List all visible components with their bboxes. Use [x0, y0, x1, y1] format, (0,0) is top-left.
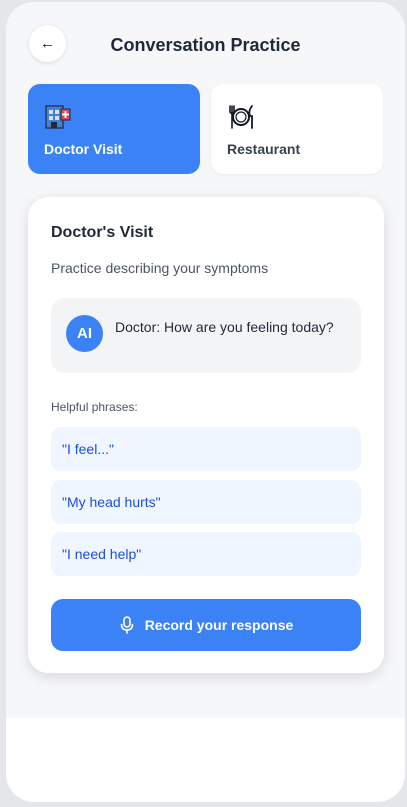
record-response-button[interactable]: Record your response — [51, 599, 361, 651]
microphone-icon — [120, 616, 133, 634]
tab-label: Restaurant — [227, 141, 301, 157]
header: ← Conversation Practice — [6, 2, 405, 82]
helpful-phrases-label: Helpful phrases: — [51, 400, 138, 414]
phrase-chip[interactable]: "I need help" — [51, 532, 361, 576]
app-screen: ← Conversation Practice Doctor Visit Res… — [6, 2, 405, 718]
scenario-subtitle: Practice describing your symptoms — [51, 260, 269, 276]
scenario-tabs: Doctor Visit Restaurant — [28, 84, 384, 174]
scenario-title: Doctor's Visit — [51, 224, 154, 241]
phone-frame: ← Conversation Practice Doctor Visit Res… — [6, 2, 405, 802]
tab-doctor-visit[interactable]: Doctor Visit — [28, 84, 200, 174]
ai-message-text: Doctor: How are you feeling today? — [115, 319, 334, 335]
plate-cutlery-icon — [229, 105, 253, 129]
record-button-label: Record your response — [144, 617, 294, 633]
tab-label: Doctor Visit — [44, 141, 123, 157]
ai-message-bubble: AI Doctor: How are you feeling today? — [51, 298, 361, 373]
hospital-icon — [45, 105, 71, 129]
scenario-card: Doctor's Visit Practice describing your … — [28, 197, 384, 673]
tab-restaurant[interactable]: Restaurant — [211, 84, 383, 174]
phrase-chip[interactable]: "I feel..." — [51, 427, 361, 471]
page-title: Conversation Practice — [110, 35, 301, 55]
ai-avatar: AI — [66, 315, 103, 352]
phrase-chip[interactable]: "My head hurts" — [51, 480, 361, 524]
